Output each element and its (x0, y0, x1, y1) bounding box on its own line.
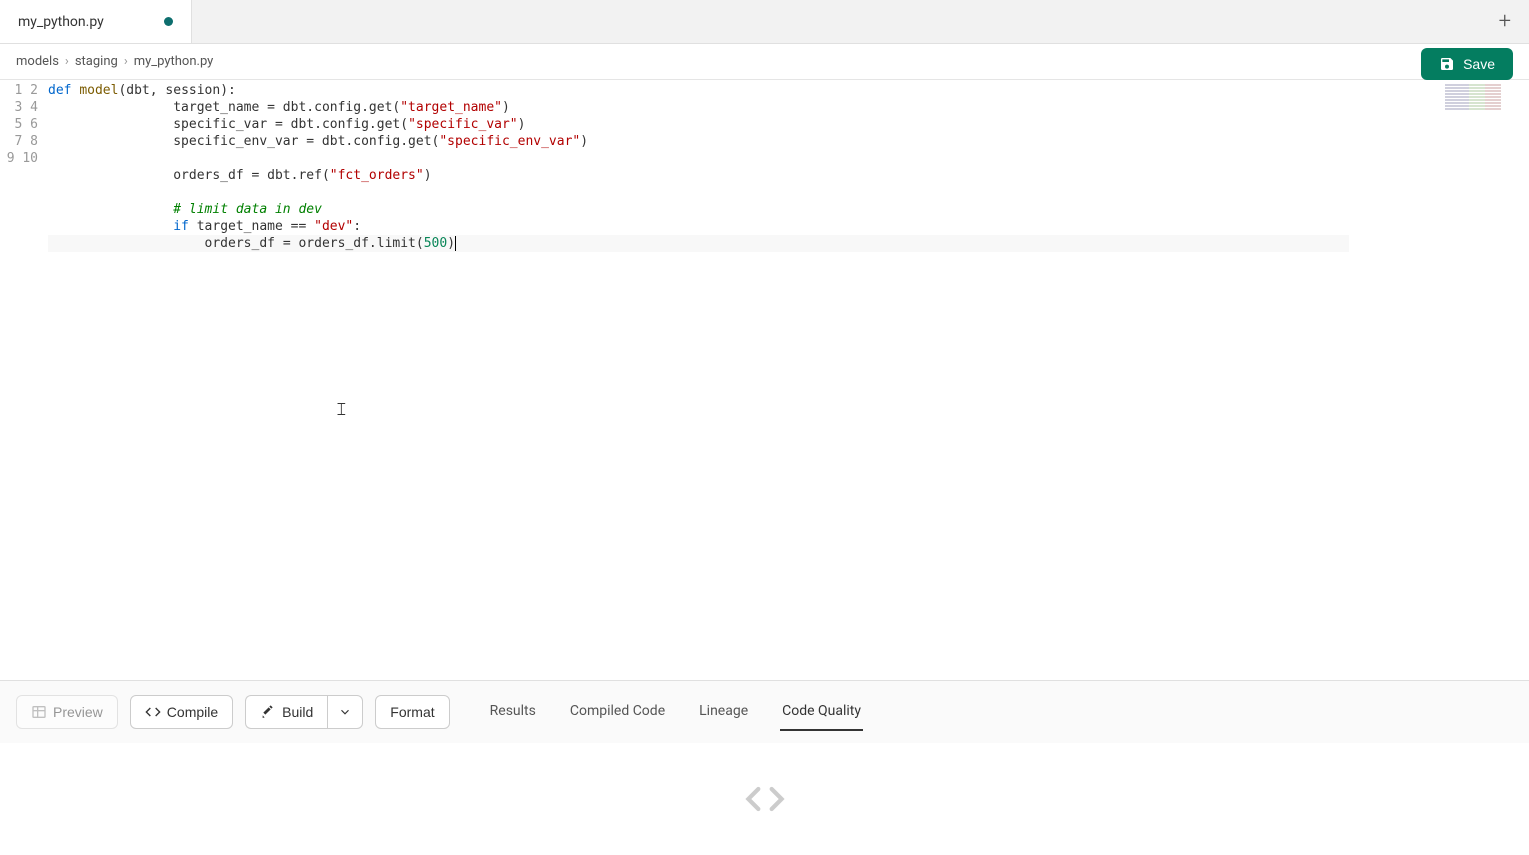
build-label: Build (282, 704, 313, 720)
breadcrumb: models › staging › my_python.py (16, 54, 213, 69)
chevron-right-icon: › (65, 54, 69, 69)
save-button[interactable]: Save (1421, 48, 1513, 80)
format-button[interactable]: Format (375, 695, 449, 729)
breadcrumb-item[interactable]: staging (75, 54, 118, 69)
compile-button[interactable]: Compile (130, 695, 233, 729)
tab-lineage[interactable]: Lineage (697, 693, 750, 731)
code-icon (145, 704, 161, 720)
file-tab-label: my_python.py (18, 14, 104, 30)
table-icon (31, 704, 47, 720)
code-content[interactable]: def model(dbt, session): target_name = d… (48, 80, 588, 680)
compile-label: Compile (167, 704, 218, 720)
code-placeholder-icon (745, 779, 785, 819)
code-editor[interactable]: 1 2 3 4 5 6 7 8 9 10 def model(dbt, sess… (0, 80, 1529, 680)
chevron-down-icon (338, 705, 352, 719)
build-dropdown-button[interactable] (327, 695, 363, 729)
file-tab[interactable]: my_python.py (0, 0, 192, 43)
tab-code-quality[interactable]: Code Quality (780, 693, 863, 731)
breadcrumb-item[interactable]: my_python.py (134, 54, 214, 69)
line-number-gutter: 1 2 3 4 5 6 7 8 9 10 (0, 80, 48, 680)
action-row: Preview Compile Build Format Results Com… (0, 681, 1529, 743)
hammer-icon (260, 704, 276, 720)
format-label: Format (390, 704, 434, 720)
tab-compiled-code[interactable]: Compiled Code (568, 693, 667, 731)
tab-bar: my_python.py + (0, 0, 1529, 44)
add-tab-button[interactable]: + (1481, 9, 1529, 34)
tab-results[interactable]: Results (488, 693, 538, 731)
save-button-label: Save (1463, 56, 1495, 72)
bottom-panel: Preview Compile Build Format Results Com… (0, 680, 1529, 855)
preview-button[interactable]: Preview (16, 695, 118, 729)
minimap[interactable] (1445, 84, 1525, 114)
results-body (0, 743, 1529, 855)
topbar: models › staging › my_python.py Save (0, 44, 1529, 80)
result-tabs: Results Compiled Code Lineage Code Quali… (488, 693, 863, 731)
preview-label: Preview (53, 704, 103, 720)
save-icon (1439, 56, 1455, 72)
build-button-group: Build (245, 695, 363, 729)
build-button[interactable]: Build (245, 695, 327, 729)
unsaved-indicator-icon (164, 17, 173, 26)
breadcrumb-item[interactable]: models (16, 54, 59, 69)
chevron-right-icon: › (124, 54, 128, 69)
text-cursor-icon: 𝙸 (335, 401, 348, 418)
